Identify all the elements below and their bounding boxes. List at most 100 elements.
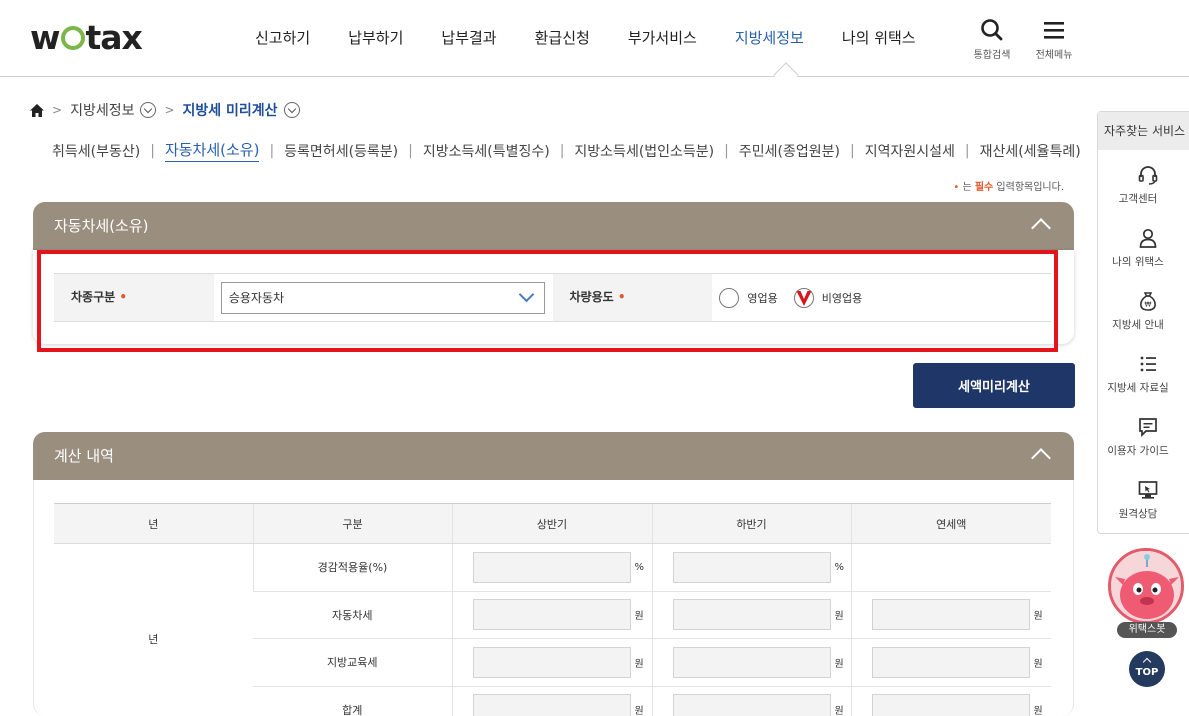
- second-half-cell: 원: [651, 686, 851, 716]
- readonly-value-box: [472, 646, 631, 678]
- annual-cell: 원: [850, 686, 1051, 716]
- usage-noncommercial-label[interactable]: 비영업용: [822, 290, 862, 306]
- scroll-top-button[interactable]: TOP: [1129, 651, 1165, 687]
- readonly-value-box: [472, 551, 631, 583]
- tab-acquisition-tax[interactable]: 취득세(부동산): [52, 141, 140, 161]
- calc-result-panel-header: 계산 내역: [33, 432, 1074, 480]
- usage-noncommercial-radio[interactable]: [793, 288, 814, 308]
- required-field-note: • 는 필수 입력항목입니다.: [953, 182, 1064, 193]
- wetax-bot-label[interactable]: 위택스봇: [1117, 622, 1177, 638]
- nav-my-wetax[interactable]: 나의 위택스: [823, 24, 935, 52]
- all-menu-button[interactable]: 전체메뉴: [1029, 18, 1079, 61]
- search-icon: [981, 19, 1003, 41]
- tab-divider: |: [559, 142, 565, 159]
- headset-icon: [1138, 166, 1158, 185]
- search-button[interactable]: 통합검색: [967, 18, 1017, 61]
- quick-my-wetax[interactable]: 나의 위택스: [1098, 227, 1189, 269]
- tab-divider: |: [724, 142, 729, 159]
- nav-payment[interactable]: 납부하기: [329, 24, 422, 52]
- tab-vehicle-tax[interactable]: 자동차세(소유): [164, 139, 260, 162]
- row-label: 경감적용율(%): [252, 543, 452, 592]
- tab-income-tax-corporate[interactable]: 지방소득세(법인소득분): [574, 141, 714, 161]
- quick-service-panel: 자주찾는 서비스 고객센터 나의 위택스 ₩ 지방세 안내 지방세 자료실 이용…: [1097, 111, 1189, 534]
- annual-cell: 원: [850, 591, 1051, 639]
- svg-text:₩: ₩: [1145, 301, 1152, 309]
- breadcrumb-current[interactable]: 지방세 미리계산: [183, 100, 278, 120]
- vehicle-type-cell: 승용자동차: [214, 274, 553, 321]
- nav-refund[interactable]: 환급신청: [516, 24, 609, 52]
- annual-cell: [850, 543, 1051, 592]
- quick-customer-center[interactable]: 고객센터: [1098, 164, 1189, 206]
- vehicle-usage-cell: 영업용 비영업용: [712, 274, 1051, 321]
- first-half-cell: %: [451, 543, 652, 592]
- tab-income-tax-withholding[interactable]: 지방소득세(특별징수): [423, 141, 550, 161]
- tab-property-tax[interactable]: 재산세(세율특례): [980, 141, 1081, 161]
- quick-remote-consult[interactable]: 원격상담: [1098, 479, 1189, 521]
- readonly-value-box: [672, 551, 831, 583]
- collapse-chevron-icon[interactable]: [1031, 448, 1051, 468]
- year-cell: 년: [54, 543, 253, 716]
- panel-title: 계산 내역: [54, 447, 114, 465]
- breadcrumb-separator: >: [164, 103, 175, 117]
- nav-payment-result[interactable]: 납부결과: [422, 24, 515, 52]
- nav-extra-services[interactable]: 부가서비스: [609, 24, 716, 52]
- col-header-second-half: 하반기: [651, 503, 851, 544]
- tab-resident-tax[interactable]: 주민세(종업원분): [739, 141, 840, 161]
- vehicle-type-label: 차종구분 •: [54, 274, 214, 321]
- quick-service-title: 자주찾는 서비스: [1098, 112, 1189, 150]
- col-header-year: 년: [54, 503, 253, 544]
- usage-commercial-label[interactable]: 영업용: [747, 290, 777, 306]
- calculate-tax-button[interactable]: 세액미리계산: [913, 363, 1075, 408]
- row-label: 자동차세: [253, 591, 452, 639]
- nav-local-tax-info[interactable]: 지방세정보: [716, 24, 823, 52]
- annual-cell: 원: [850, 638, 1051, 687]
- wetax-bot-button[interactable]: [1108, 548, 1184, 624]
- nav-filing[interactable]: 신고하기: [236, 24, 329, 52]
- quick-local-tax-archive[interactable]: 지방세 자료실: [1098, 353, 1189, 395]
- col-header-annual: 연세액: [850, 503, 1051, 544]
- home-icon[interactable]: [30, 103, 44, 117]
- chevron-up-icon: [1142, 657, 1152, 667]
- quick-local-tax-guide[interactable]: ₩ 지방세 안내: [1098, 290, 1189, 332]
- breadcrumb-level1[interactable]: 지방세정보: [70, 100, 134, 120]
- usage-commercial-radio[interactable]: [719, 288, 740, 308]
- table-row: 년 경감적용율(%) % %: [54, 543, 1051, 716]
- vehicle-type-value: 승용자동차: [228, 291, 285, 305]
- chevron-down-icon[interactable]: [140, 102, 157, 118]
- wetax-logo[interactable]: w tax: [30, 18, 143, 58]
- vehicle-type-select[interactable]: 승용자동차: [220, 282, 545, 314]
- readonly-value-box: [871, 694, 1030, 716]
- breadcrumb-separator: >: [52, 103, 63, 117]
- hamburger-icon: [1044, 22, 1064, 39]
- readonly-value-box: [871, 646, 1030, 678]
- row-label: 지방교육세: [253, 638, 452, 687]
- top-header: w tax 신고하기 납부하기 납부결과 환급신청 부가서비스 지방세정보 나의 …: [0, 0, 1189, 77]
- vehicle-usage-label: 차량용도 •: [552, 274, 713, 321]
- list-icon: [1140, 356, 1156, 372]
- logo-e-mark: [60, 26, 85, 50]
- main-nav: 신고하기 납부하기 납부결과 환급신청 부가서비스 지방세정보 나의 위택스: [236, 24, 935, 52]
- collapse-chevron-icon[interactable]: [1031, 218, 1051, 238]
- col-header-first-half: 상반기: [451, 503, 652, 544]
- tab-divider: |: [849, 142, 855, 159]
- col-header-category: 구분: [252, 503, 452, 544]
- chevron-down-icon[interactable]: [283, 102, 300, 118]
- breadcrumb: > 지방세정보 > 지방세 미리계산: [30, 100, 300, 120]
- all-menu-label: 전체메뉴: [1035, 50, 1073, 61]
- second-half-cell: 원: [651, 638, 851, 687]
- tab-divider: |: [269, 142, 275, 159]
- readonly-value-box: [871, 599, 1030, 631]
- tab-registration-tax[interactable]: 등록면허세(등록분): [284, 141, 398, 161]
- monitor-icon: [1138, 481, 1158, 499]
- row-label: 합계: [253, 686, 452, 716]
- vehicle-form-row: 차종구분 • 승용자동차 차량용도 • 영업용 비영업용: [54, 273, 1051, 322]
- money-bag-icon: ₩: [1140, 292, 1156, 311]
- calc-result-table: 년 구분 상반기 하반기 연세액 년 경감적용율(%) % % 자동차세 원 원…: [54, 503, 1051, 716]
- tax-type-tabs: 취득세(부동산) | 자동차세(소유) | 등록면허세(등록분) | 지방소득세(특별…: [52, 139, 1081, 162]
- tab-regional-resource-tax[interactable]: 지역자원시설세: [865, 141, 955, 161]
- quick-user-guide[interactable]: 이용자 가이드: [1098, 416, 1189, 458]
- readonly-value-box: [472, 599, 631, 631]
- tab-divider: |: [964, 142, 970, 159]
- user-icon: [1139, 228, 1157, 248]
- readonly-value-box: [672, 599, 831, 631]
